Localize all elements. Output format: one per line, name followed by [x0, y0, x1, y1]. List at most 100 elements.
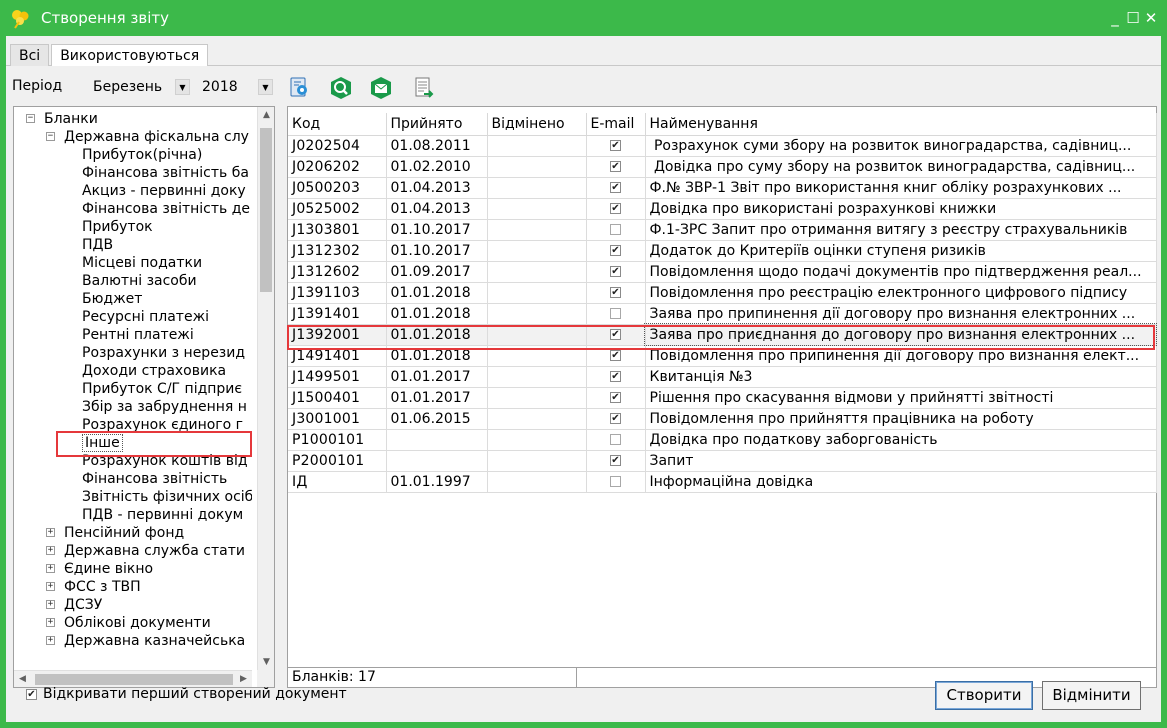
email-checkbox[interactable]: ✔ [610, 392, 621, 403]
email-checkbox[interactable] [610, 308, 621, 319]
email-checkbox[interactable]: ✔ [610, 266, 621, 277]
scroll-thumb[interactable] [260, 128, 272, 292]
tree-item[interactable]: Доходи страховика [14, 362, 252, 380]
tree-item[interactable]: Розрахунок єдиного г [14, 416, 252, 434]
email-checkbox[interactable] [610, 434, 621, 445]
tree-item[interactable]: − Бланки [14, 110, 252, 128]
tree-item[interactable]: Бюджет [14, 290, 252, 308]
create-button[interactable]: Створити [935, 681, 1033, 710]
table-row[interactable]: J0202504 01.08.2011 ✔ Розрахунок суми збор… [288, 135, 1157, 157]
email-checkbox[interactable] [610, 476, 621, 487]
open-first-option[interactable]: ✔ Відкривати перший створений документ [26, 686, 347, 702]
column-header-email[interactable]: E-mail [586, 113, 646, 136]
tree-item[interactable]: Фінансова звітність ба [14, 164, 252, 182]
table-row[interactable]: J0206202 01.02.2010 ✔ Довідка про суму збо… [288, 156, 1157, 178]
table-row[interactable]: J1500401 01.01.2017 ✔ Рішення про скасуванн… [288, 387, 1157, 409]
column-header-name[interactable]: Найменування [645, 113, 1157, 136]
tree-item[interactable]: Ресурсні платежі [14, 308, 252, 326]
expand-icon[interactable]: + [46, 564, 55, 573]
tree-item[interactable]: + ДСЗУ [14, 596, 252, 614]
tree-item[interactable]: Рентні платежі [14, 326, 252, 344]
year-select[interactable]: 2018 ▼ [199, 76, 273, 98]
expand-icon[interactable]: + [46, 528, 55, 537]
table-row[interactable]: J1312302 01.10.2017 ✔ Додаток до Критеріїв … [288, 240, 1157, 262]
month-select[interactable]: Березень ▼ [90, 76, 190, 98]
scroll-up-icon[interactable]: ▲ [258, 107, 275, 124]
table-row[interactable]: P2000101 ✔ Запит [288, 450, 1157, 472]
email-checkbox[interactable]: ✔ [610, 203, 621, 214]
tree-item[interactable]: Місцеві податки [14, 254, 252, 272]
expand-icon[interactable]: + [46, 582, 55, 591]
tree-item[interactable]: Прибуток С/Г підприє [14, 380, 252, 398]
table-row[interactable]: J1491401 01.01.2018 ✔ Повідомлення про прип… [288, 345, 1157, 367]
tree-item[interactable]: Збір за забруднення н [14, 398, 252, 416]
maximize-button[interactable]: ☐ [1125, 9, 1141, 27]
column-header-cancelled[interactable]: Відмінено [487, 113, 587, 136]
email-checkbox[interactable]: ✔ [610, 350, 621, 361]
table-row[interactable]: J1312602 01.09.2017 ✔ Повідомлення щодо под… [288, 261, 1157, 283]
collapse-icon[interactable]: − [26, 114, 35, 123]
chevron-down-icon[interactable]: ▼ [258, 79, 273, 95]
table-row[interactable]: J1499501 01.01.2017 ✔ Квитанція №3 [288, 366, 1157, 388]
table-row[interactable]: ІД 01.01.1997 Інформаційна довідка [288, 471, 1157, 493]
table-row[interactable]: J0525002 01.04.2013 ✔ Довідка про використа… [288, 198, 1157, 220]
tree-item[interactable]: + Державна служба стати [14, 542, 252, 560]
export-icon[interactable] [410, 75, 436, 101]
email-checkbox[interactable]: ✔ [610, 413, 621, 424]
tree-item[interactable]: Інше [14, 434, 252, 452]
email-checkbox[interactable]: ✔ [610, 140, 621, 151]
cancel-button[interactable]: Відмінити [1042, 681, 1141, 710]
tab-all[interactable]: Всі [10, 44, 50, 66]
email-checkbox[interactable]: ✔ [610, 287, 621, 298]
expand-icon[interactable]: + [46, 636, 55, 645]
expand-icon[interactable]: + [46, 600, 55, 609]
email-checkbox[interactable] [610, 224, 621, 235]
tree-horizontal-scrollbar[interactable]: ◀ ▶ [14, 670, 252, 687]
table-row[interactable]: J1391401 01.01.2018 Заява про припинення д… [288, 303, 1157, 325]
tree-item[interactable]: + Облікові документи [14, 614, 252, 632]
tree-item[interactable]: ПДВ [14, 236, 252, 254]
column-header-code[interactable]: Код [288, 113, 387, 136]
tab-used[interactable]: Використовуються [51, 44, 209, 66]
table-row[interactable]: J3001001 01.06.2015 ✔ Повідомлення про прий… [288, 408, 1157, 430]
tree-item[interactable]: + Єдине вікно [14, 560, 252, 578]
search-icon[interactable] [328, 75, 354, 101]
table-row[interactable]: J1303801 01.10.2017 Ф.1-ЗРС Запит про отри… [288, 219, 1157, 241]
tree-item[interactable]: + ФСС з ТВП [14, 578, 252, 596]
settings-icon[interactable] [286, 75, 312, 101]
table-row[interactable]: J0500203 01.04.2013 ✔ Ф.№ ЗВР-1 Звіт про ви… [288, 177, 1157, 199]
tree-item[interactable]: Фінансова звітність де [14, 200, 252, 218]
email-checkbox[interactable]: ✔ [610, 161, 621, 172]
close-button[interactable]: ✕ [1143, 9, 1159, 27]
table-row[interactable]: J1391103 01.01.2018 ✔ Повідомлення про реєс… [288, 282, 1157, 304]
forms-tree[interactable]: − Бланки − Державна фіскальна слу Прибуток(р… [14, 107, 252, 671]
scroll-down-icon[interactable]: ▼ [258, 654, 275, 671]
tree-item[interactable]: Звітність фізичних осіб [14, 488, 252, 506]
table-row[interactable]: J1392001 01.01.2018 ✔ Заява про приєднання … [288, 323, 1157, 346]
email-checkbox[interactable]: ✔ [610, 245, 621, 256]
tree-item[interactable]: Фінансова звітність [14, 470, 252, 488]
tree-item[interactable]: + Пенсійний фонд [14, 524, 252, 542]
minimize-button[interactable]: _ [1107, 9, 1123, 27]
chevron-down-icon[interactable]: ▼ [175, 79, 190, 95]
tree-item[interactable]: Валютні засоби [14, 272, 252, 290]
tree-item[interactable]: Прибуток(річна) [14, 146, 252, 164]
tree-item[interactable]: − Державна фіскальна слу [14, 128, 252, 146]
tree-vertical-scrollbar[interactable]: ▲ ▼ [257, 107, 274, 671]
open-first-checkbox[interactable]: ✔ [26, 688, 37, 700]
tree-item[interactable]: Розрахунок коштів від [14, 452, 252, 470]
collapse-icon[interactable]: − [46, 132, 55, 141]
expand-icon[interactable]: + [46, 546, 55, 555]
tree-item[interactable]: Розрахунки з нерезид [14, 344, 252, 362]
tree-item[interactable]: Акциз - первинні доку [14, 182, 252, 200]
column-header-accepted[interactable]: Прийнято [386, 113, 488, 136]
email-icon[interactable] [368, 75, 394, 101]
email-checkbox[interactable]: ✔ [610, 371, 621, 382]
email-checkbox[interactable]: ✔ [610, 329, 621, 340]
table-row[interactable]: P1000101 Довідка про податкову заборгован… [288, 429, 1157, 451]
tree-item[interactable]: ПДВ - первинні докум [14, 506, 252, 524]
email-checkbox[interactable]: ✔ [610, 455, 621, 466]
expand-icon[interactable]: + [46, 618, 55, 627]
tree-item[interactable]: + Державна казначейська [14, 632, 252, 650]
email-checkbox[interactable]: ✔ [610, 182, 621, 193]
